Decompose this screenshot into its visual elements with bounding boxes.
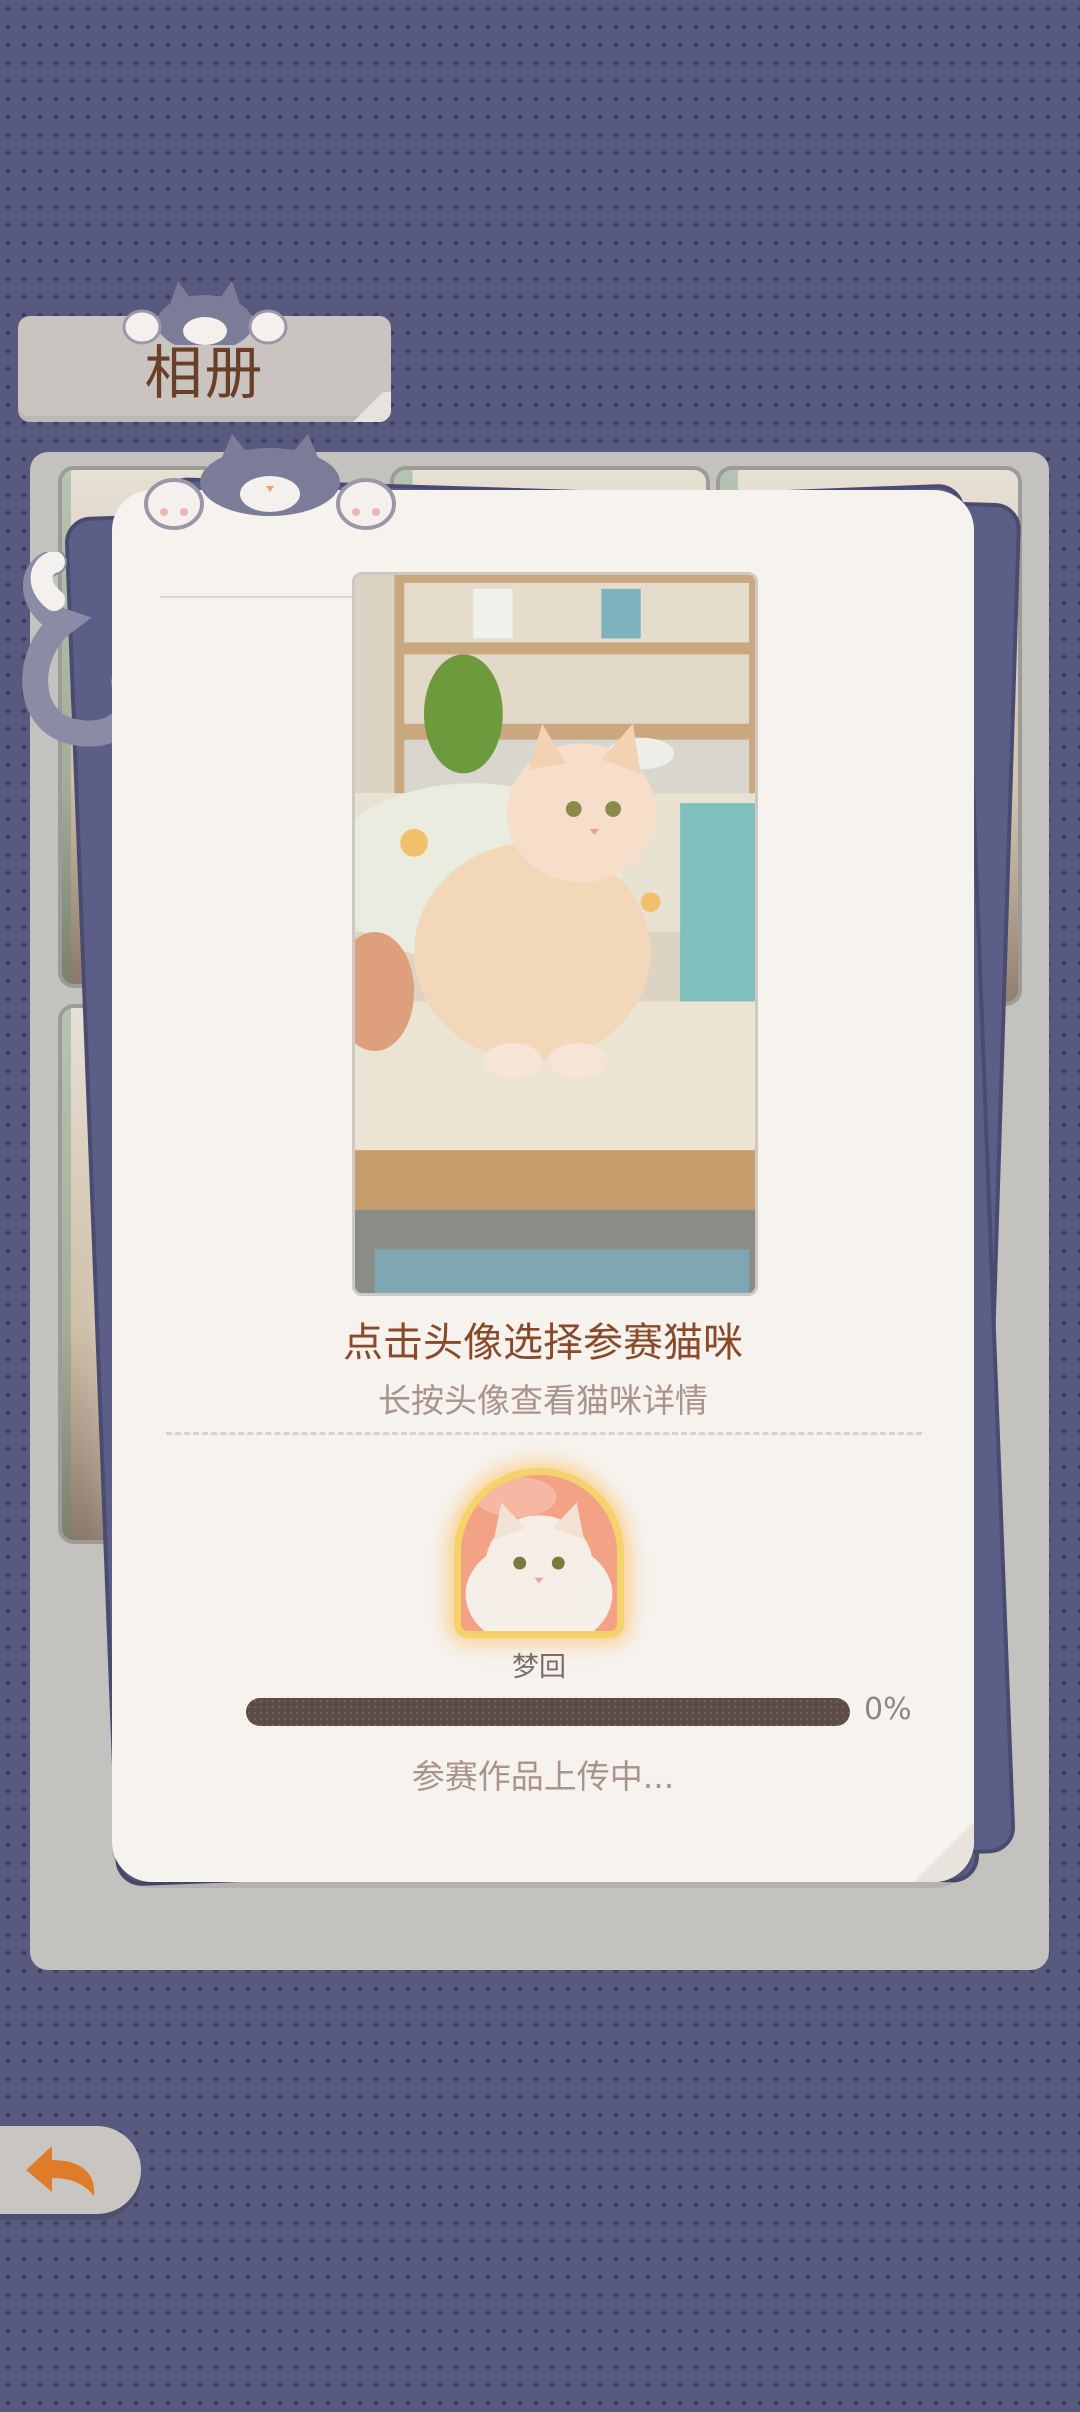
back-arrow-icon [26, 2146, 95, 2196]
upload-progress-percent: 0% [864, 1692, 912, 1727]
peeking-cat-decoration [144, 434, 396, 530]
peeking-cat-small-decoration [122, 281, 288, 345]
back-button[interactable] [0, 2126, 141, 2214]
upload-status-text: 参赛作品上传中... [411, 1757, 675, 1796]
cat-avatar-button[interactable] [454, 1468, 624, 1638]
cat-contest-photo [352, 572, 758, 1296]
cat-name: 梦回 [512, 1652, 566, 1683]
divider [160, 596, 360, 598]
select-cat-prompt: 点击头像选择参赛猫咪 [343, 1320, 743, 1366]
dashed-divider [166, 1432, 922, 1435]
view-details-hint: 长按头像查看猫咪详情 [378, 1381, 708, 1420]
upload-progress-bar [246, 1698, 850, 1726]
